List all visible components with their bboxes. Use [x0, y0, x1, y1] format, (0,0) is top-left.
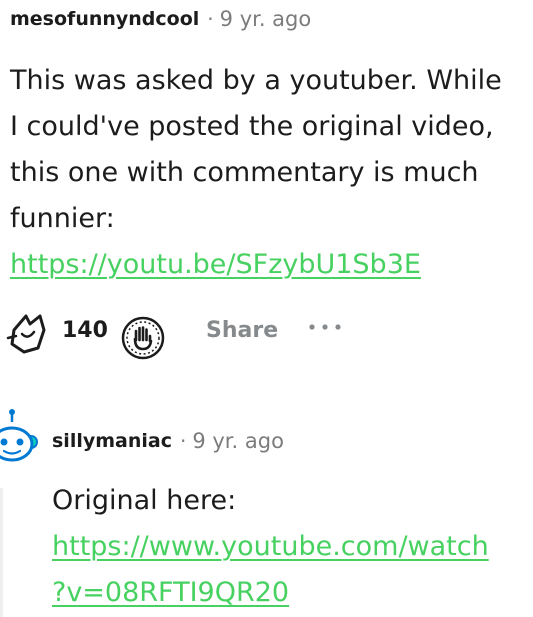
- reply-link-continued[interactable]: ?v=08RFTI9QR20: [52, 570, 533, 616]
- comment-username[interactable]: mesofunnyndcool: [10, 8, 199, 30]
- reply-link[interactable]: https://www.youtube.com/watch: [52, 524, 533, 570]
- reply-link-line[interactable]: ?v=08RFTI9QR20: [52, 577, 289, 608]
- reply-body: Original here: https://www.youtube.com/w…: [52, 478, 533, 616]
- comment-thread: mesofunnyndcool · 9 yr. ago This was ask…: [0, 0, 533, 617]
- comment-meta: mesofunnyndcool · 9 yr. ago: [10, 4, 311, 34]
- upvote-icon[interactable]: [4, 308, 54, 358]
- comment-body-line: funnier:: [10, 203, 115, 234]
- meta-separator: ·: [207, 7, 214, 31]
- comment-body-line: I could've posted the original video,: [10, 111, 494, 142]
- comment-action-bar: 140 Share: [0, 304, 533, 364]
- more-options-icon[interactable]: [306, 321, 346, 337]
- comment-link[interactable]: https://youtu.be/SFzybU1Sb3E: [10, 249, 421, 280]
- comment-timestamp[interactable]: 9 yr. ago: [220, 7, 312, 31]
- comment-body-line: This was asked by a youtuber. While: [10, 65, 502, 96]
- reply-link-line[interactable]: https://www.youtube.com/watch: [52, 531, 489, 562]
- snoo-avatar-icon[interactable]: [0, 408, 38, 468]
- share-button[interactable]: Share: [206, 318, 278, 343]
- vote-count: 140: [62, 318, 108, 343]
- reply-body-text: Original here:: [52, 485, 237, 516]
- comment-body-line: this one with commentary is much: [10, 157, 479, 188]
- thread-line[interactable]: [0, 488, 3, 617]
- comment-body: This was asked by a youtuber. While I co…: [10, 58, 530, 288]
- reply-timestamp[interactable]: 9 yr. ago: [192, 429, 284, 453]
- reply-username[interactable]: sillymaniac: [52, 430, 172, 452]
- award-icon[interactable]: [119, 314, 167, 362]
- meta-separator: ·: [179, 429, 187, 453]
- reply-meta: sillymaniac · 9 yr. ago: [52, 426, 284, 456]
